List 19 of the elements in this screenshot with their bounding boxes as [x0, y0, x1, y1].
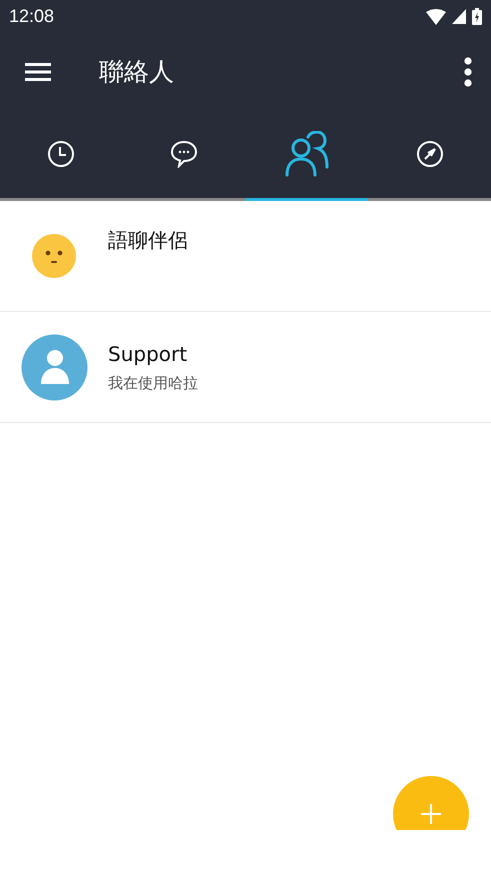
- contact-name: 語聊伴侶: [108, 227, 188, 254]
- contact-item[interactable]: Support 我在使用哈拉: [0, 312, 491, 423]
- wifi-icon: [426, 8, 446, 24]
- contact-status: 我在使用哈拉: [108, 374, 198, 392]
- people-icon: [284, 131, 330, 177]
- clock-icon: [47, 140, 76, 168]
- chat-icon: [170, 140, 198, 168]
- avatar-icon: [20, 334, 88, 400]
- menu-icon[interactable]: [25, 62, 51, 80]
- battery-icon: [472, 8, 482, 25]
- signal-icon: [452, 9, 466, 24]
- contact-name: Support: [108, 342, 188, 366]
- contact-item[interactable]: 語聊伴侶: [0, 201, 491, 312]
- toolbar-title: 聯絡人: [99, 56, 175, 88]
- compass-icon: [416, 140, 444, 168]
- status-time: 12:08: [9, 6, 54, 27]
- smiley-icon: [31, 233, 77, 279]
- plus-icon: [421, 804, 441, 824]
- more-options-icon[interactable]: [464, 56, 472, 86]
